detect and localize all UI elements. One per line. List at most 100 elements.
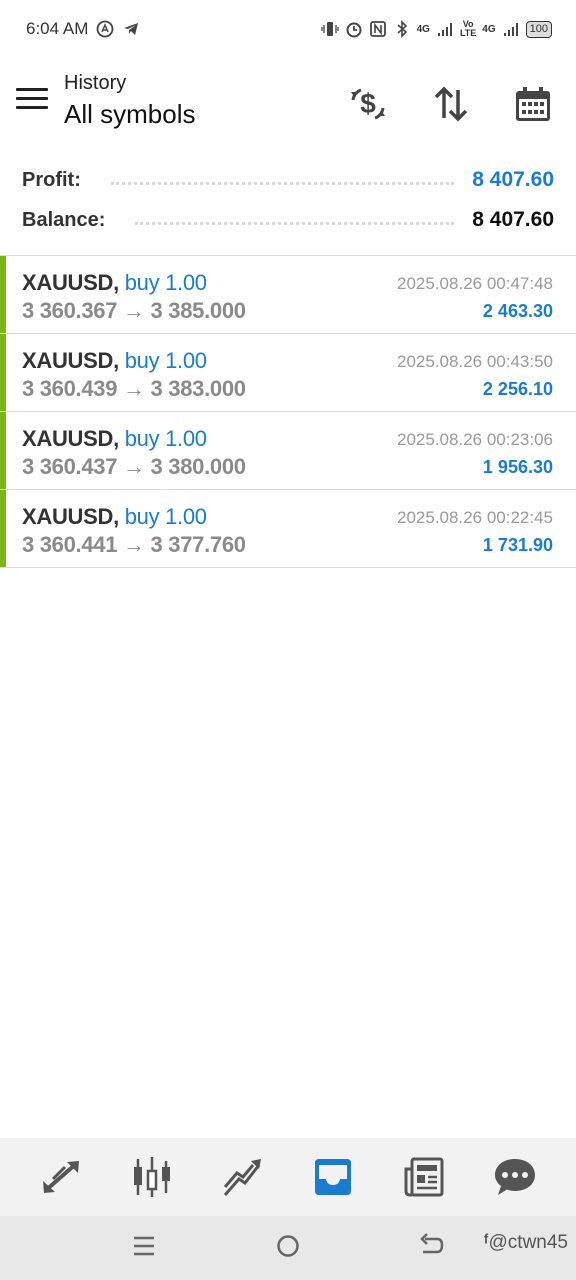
- open-price: 3 360.439: [22, 376, 118, 401]
- alarm-icon: [346, 22, 362, 38]
- trade-prices: 3 360.367 → 3 385.000: [22, 298, 246, 324]
- trade-symbol: XAUUSD,: [22, 348, 119, 373]
- trade-side: buy 1.00: [124, 270, 207, 295]
- open-price: 3 360.437: [22, 454, 118, 479]
- trade-row[interactable]: XAUUSD, buy 1.00 3 360.439 → 3 383.000 2…: [0, 334, 576, 412]
- trade-history-list: XAUUSD, buy 1.00 3 360.367 → 3 385.000 2…: [0, 255, 576, 568]
- buy-indicator-bar: [0, 490, 6, 567]
- trade-profit: 1 731.90: [482, 535, 553, 555]
- telegram-icon: [124, 23, 139, 35]
- sort-button[interactable]: [429, 82, 473, 126]
- menu-icon: [16, 88, 48, 91]
- bottom-navigation: [0, 1138, 576, 1216]
- vibrate-icon: [320, 22, 339, 36]
- balance-row: Balance: 8 407.60: [0, 200, 576, 240]
- bluetooth-icon: [397, 20, 407, 38]
- trade-side: buy 1.00: [124, 426, 207, 451]
- app-bar: History All symbols $: [0, 62, 576, 144]
- trade-row[interactable]: XAUUSD, buy 1.00 3 360.441 → 3 377.760 2…: [0, 490, 576, 568]
- trade-prices: 3 360.439 → 3 383.000: [22, 376, 246, 402]
- calendar-button[interactable]: [511, 82, 555, 126]
- volte-label: Vo LTE: [459, 19, 477, 38]
- profit-row: Profit: 8 407.60: [0, 160, 576, 200]
- trade-symbol-line: XAUUSD, buy 1.00: [22, 504, 207, 530]
- news-icon: [404, 1157, 444, 1197]
- trade-profit: 2 463.30: [482, 301, 553, 321]
- arrow-icon: →: [123, 298, 145, 323]
- trade-symbol-line: XAUUSD, buy 1.00: [22, 270, 207, 296]
- back-icon: [420, 1233, 444, 1254]
- trade-row[interactable]: XAUUSD, buy 1.00 3 360.437 → 3 380.000 2…: [0, 412, 576, 490]
- profit-value: 8 407.60: [472, 168, 554, 191]
- quotes-icon: [43, 1161, 80, 1193]
- back-button[interactable]: [419, 1232, 445, 1265]
- trade-time: 2025.08.26 00:47:48: [397, 274, 553, 293]
- chat-icon: [494, 1159, 535, 1195]
- trade-time: 2025.08.26 00:23:06: [397, 430, 553, 449]
- network-4g-label: 4G: [416, 23, 430, 35]
- balance-value: 8 407.60: [472, 208, 554, 231]
- watermark: ᶠ@ctwn45: [484, 1232, 568, 1254]
- signal-icon: [437, 23, 452, 36]
- home-icon: [277, 1235, 299, 1257]
- network-4g-label-2: 4G: [482, 23, 496, 35]
- balance-label: Balance:: [22, 208, 106, 231]
- status-time: 6:04 AM: [26, 19, 89, 38]
- account-summary: Profit: 8 407.60 Balance: 8 407.60: [0, 160, 576, 240]
- trade-symbol: XAUUSD,: [22, 426, 119, 451]
- nav-charts[interactable]: [122, 1147, 182, 1207]
- buy-indicator-bar: [0, 256, 6, 333]
- open-price: 3 360.367: [22, 298, 118, 323]
- page-title-block: History All symbols: [64, 72, 195, 130]
- trade-symbol-line: XAUUSD, buy 1.00: [22, 348, 207, 374]
- trade-icon: [223, 1159, 261, 1196]
- arrow-icon: →: [123, 532, 145, 557]
- close-price: 3 380.000: [150, 454, 246, 479]
- app-notification-icon: [96, 20, 114, 38]
- sort-icon: [434, 86, 468, 122]
- page-title[interactable]: All symbols: [64, 99, 195, 130]
- svg-text:$: $: [360, 88, 376, 119]
- trade-prices: 3 360.441 → 3 377.760: [22, 532, 246, 558]
- history-icon: [315, 1159, 352, 1195]
- close-price: 3 385.000: [150, 298, 246, 323]
- close-price: 3 383.000: [150, 376, 246, 401]
- close-price: 3 377.760: [150, 532, 246, 557]
- nav-chat[interactable]: [485, 1147, 545, 1207]
- open-price: 3 360.441: [22, 532, 118, 557]
- status-bar: 6:04 AM 4G Vo LTE 4G 100: [0, 0, 576, 58]
- signal-icon-2: [503, 23, 518, 36]
- menu-button[interactable]: [16, 88, 48, 116]
- nfc-icon: [369, 21, 386, 37]
- nav-news[interactable]: [394, 1147, 454, 1207]
- trade-side: buy 1.00: [124, 504, 207, 529]
- dotted-leader: [135, 221, 455, 225]
- buy-indicator-bar: [0, 334, 6, 411]
- trade-time: 2025.08.26 00:22:45: [397, 508, 553, 527]
- home-button[interactable]: [276, 1232, 300, 1265]
- page-subtitle: History: [64, 72, 127, 94]
- battery-indicator: 100: [525, 20, 552, 38]
- nav-history[interactable]: [303, 1147, 363, 1207]
- arrow-icon: →: [123, 454, 145, 479]
- trade-row[interactable]: XAUUSD, buy 1.00 3 360.367 → 3 385.000 2…: [0, 256, 576, 334]
- trade-symbol: XAUUSD,: [22, 504, 119, 529]
- watermark-text: @ctwn45: [488, 1232, 569, 1253]
- trade-profit: 2 256.10: [482, 379, 553, 399]
- trade-side: buy 1.00: [124, 348, 207, 373]
- trade-symbol-line: XAUUSD, buy 1.00: [22, 426, 207, 452]
- recent-apps-icon: [134, 1236, 154, 1256]
- recent-apps-button[interactable]: [132, 1232, 156, 1265]
- nav-trade[interactable]: [213, 1147, 273, 1207]
- trade-time: 2025.08.26 00:43:50: [397, 352, 553, 371]
- buy-indicator-bar: [0, 412, 6, 489]
- trade-symbol: XAUUSD,: [22, 270, 119, 295]
- trade-prices: 3 360.437 → 3 380.000: [22, 454, 246, 480]
- arrow-icon: →: [123, 376, 145, 401]
- currency-exchange-icon: $: [351, 88, 385, 120]
- calendar-icon: [516, 87, 550, 121]
- dotted-leader: [110, 181, 455, 185]
- trade-profit: 1 956.30: [482, 457, 553, 477]
- currency-filter-button[interactable]: $: [346, 82, 390, 126]
- nav-quotes[interactable]: [31, 1147, 91, 1207]
